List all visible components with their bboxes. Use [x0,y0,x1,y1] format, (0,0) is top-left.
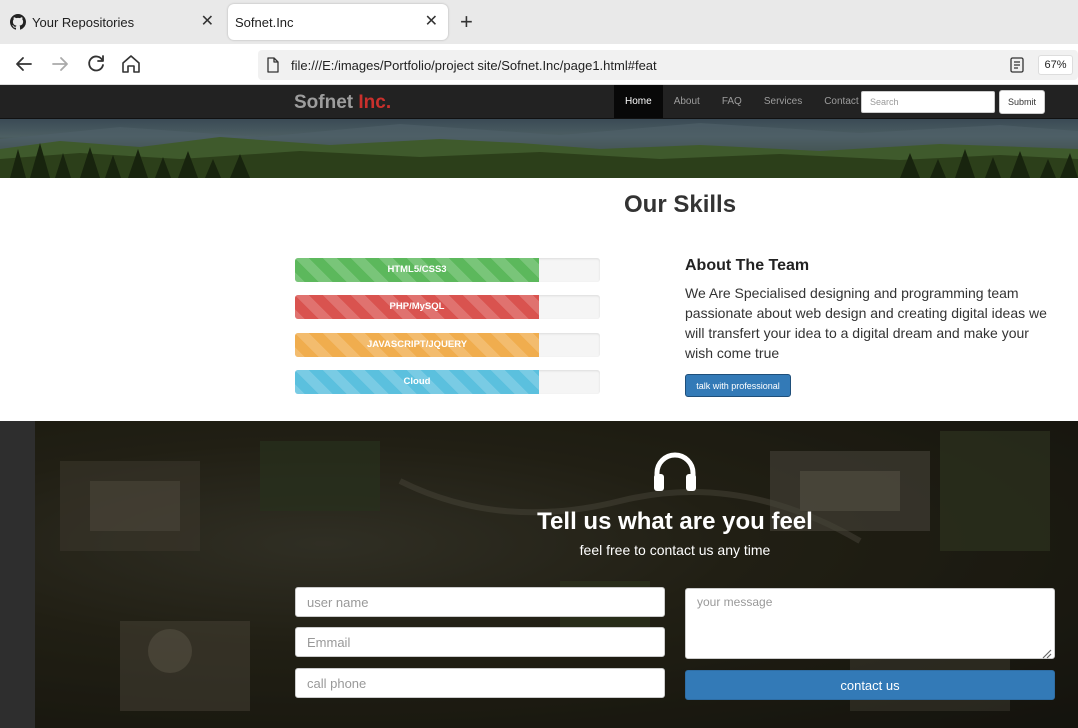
forward-arrow-icon[interactable] [48,52,72,76]
reload-icon[interactable] [84,52,108,76]
close-icon[interactable]: ✕ [201,13,214,31]
progress-bar-cloud: Cloud [295,370,600,394]
nav-links: Home About FAQ Services Contact [614,85,870,118]
tab-your-repositories[interactable]: Your Repositories ✕ [0,4,224,40]
about-text: We Are Specialised designing and program… [685,285,1047,361]
phone-input[interactable] [295,668,665,698]
hero-banner [0,119,1078,178]
home-icon[interactable] [119,52,143,76]
nav-home[interactable]: Home [614,85,663,118]
contact-subtitle: feel free to contact us any time [579,542,771,558]
headphones-icon [654,452,696,491]
progress-bar-javascript: JAVASCRIPT/JQUERY [295,333,600,357]
resize-handle-icon[interactable] [1040,647,1052,659]
progress-fill: PHP/MySQL [295,295,539,319]
new-tab-icon[interactable]: + [460,10,473,34]
address-bar: file:///E:/images/Portfolio/project site… [0,44,1078,85]
nav-about[interactable]: About [663,85,711,118]
site-navbar: Sofnet Inc. Home About FAQ Services Cont… [0,85,1078,119]
browser-tab-bar: Your Repositories ✕ Sofnet.Inc ✕ + [0,0,1078,44]
progress-bar-html: HTML5/CSS3 [295,258,600,282]
close-icon[interactable]: ✕ [425,13,438,31]
progress-fill: Cloud [295,370,539,394]
zoom-level[interactable]: 67% [1038,55,1073,75]
tab-title: Sofnet.Inc [235,15,294,30]
contact-left-edge [0,421,35,728]
progress-fill: JAVASCRIPT/JQUERY [295,333,539,357]
email-input[interactable] [295,627,665,657]
url-text: file:///E:/images/Portfolio/project site… [291,58,657,73]
github-icon [10,14,26,30]
contact-section: Tell us what are you feel feel free to c… [0,421,1078,728]
tab-title: Your Repositories [32,15,135,30]
contact-us-button[interactable]: contact us [685,670,1055,700]
username-input[interactable] [295,587,665,617]
tab-sofnet-inc[interactable]: Sofnet.Inc ✕ [228,4,448,40]
reader-view-icon[interactable] [1009,57,1025,73]
search-input[interactable] [861,91,995,113]
progress-fill: HTML5/CSS3 [295,258,539,282]
message-textarea[interactable] [685,588,1055,659]
back-arrow-icon[interactable] [12,52,36,76]
forest-mountain-image [0,123,1078,178]
nav-services[interactable]: Services [753,85,813,118]
brand-logo[interactable]: Sofnet Inc. [294,92,391,114]
nav-faq[interactable]: FAQ [711,85,753,118]
skills-title: Our Skills [624,191,737,218]
talk-with-professional-button[interactable]: talk with professional [685,374,791,397]
about-title: About The Team [685,257,810,274]
brand-name: Sofnet [294,92,354,113]
progress-bar-php: PHP/MySQL [295,295,600,319]
submit-button[interactable]: Submit [999,90,1045,114]
url-box[interactable]: file:///E:/images/Portfolio/project site… [258,50,1078,80]
contact-title: Tell us what are you feel [537,508,813,535]
brand-accent: Inc. [358,92,392,113]
file-icon [267,57,279,73]
